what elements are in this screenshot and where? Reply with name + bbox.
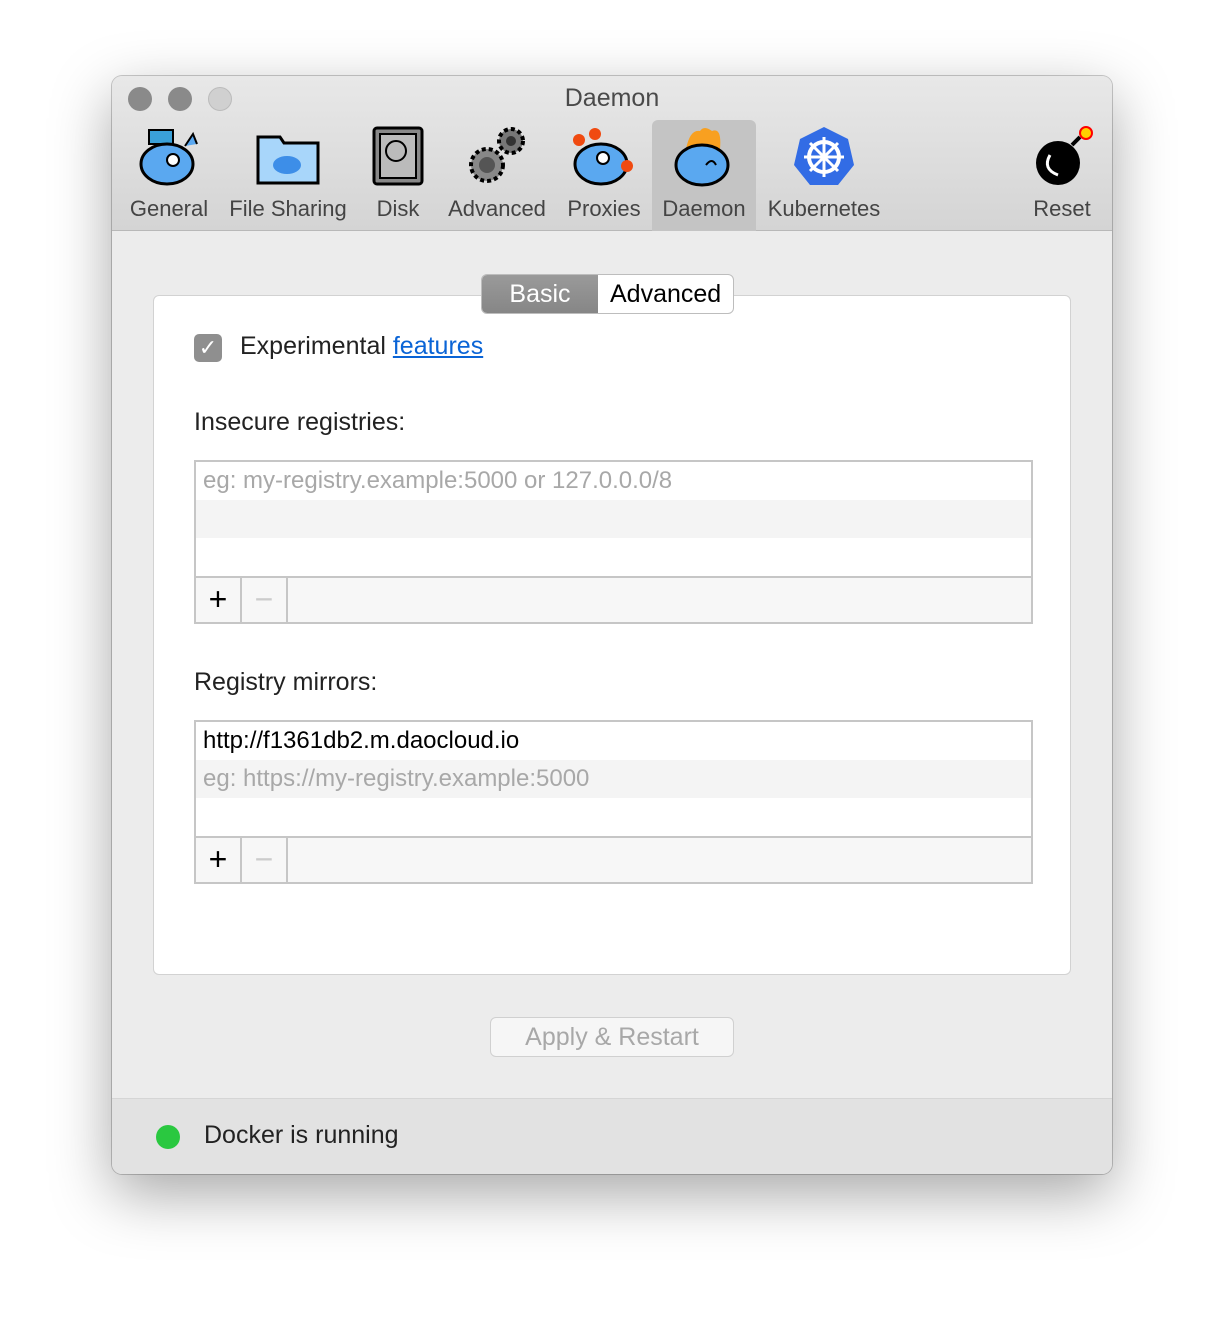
mirror-placeholder[interactable]: eg: https://my-registry.example:5000 xyxy=(196,760,1031,798)
list-row xyxy=(196,500,1031,538)
insecure-registry-placeholder[interactable]: eg: my-registry.example:5000 or 127.0.0.… xyxy=(196,462,1031,500)
status-indicator-icon xyxy=(156,1125,180,1149)
toolbar: Daemon General File Sharing Disk Advance… xyxy=(112,76,1112,231)
tab-label: General xyxy=(129,196,209,221)
add-insecure-button[interactable]: + xyxy=(196,578,242,622)
tab-daemon[interactable]: Daemon xyxy=(652,120,756,231)
insecure-registries-list[interactable]: eg: my-registry.example:5000 or 127.0.0.… xyxy=(194,460,1033,624)
remove-mirror-button[interactable]: − xyxy=(242,838,288,882)
registry-mirrors-list[interactable]: http://f1361db2.m.daocloud.io eg: https:… xyxy=(194,720,1033,884)
registry-mirrors-label: Registry mirrors: xyxy=(194,668,378,696)
reset-button[interactable]: Reset xyxy=(1024,120,1100,231)
insecure-registries-label: Insecure registries: xyxy=(194,408,406,436)
status-text: Docker is running xyxy=(204,1121,399,1149)
tab-label: Daemon xyxy=(662,196,746,221)
disk-icon xyxy=(372,126,424,186)
tab-label: Reset xyxy=(1033,196,1091,221)
tab-label: Advanced xyxy=(448,196,546,221)
experimental-text: Experimental xyxy=(240,332,386,360)
apply-restart-button[interactable]: Apply & Restart xyxy=(490,1017,734,1057)
daemon-whale-icon xyxy=(674,128,730,187)
list-row xyxy=(196,798,1031,836)
kubernetes-icon xyxy=(794,127,854,185)
tab-disk[interactable]: Disk xyxy=(364,120,432,231)
features-link[interactable]: features xyxy=(393,332,483,360)
window-title: Daemon xyxy=(564,84,660,112)
segment-advanced[interactable]: Advanced xyxy=(598,275,733,313)
docker-whale-icon xyxy=(139,129,198,186)
add-mirror-button[interactable]: + xyxy=(196,838,242,882)
tab-general[interactable]: General xyxy=(126,120,212,231)
folder-icon xyxy=(256,135,320,185)
experimental-label: Experimental features xyxy=(240,332,483,361)
remove-insecure-button[interactable]: − xyxy=(242,578,288,622)
tab-label: Disk xyxy=(376,196,420,221)
tab-label: File Sharing xyxy=(229,196,347,221)
tab-label: Kubernetes xyxy=(767,196,881,221)
tab-kubernetes[interactable]: Kubernetes xyxy=(762,120,886,231)
segment-basic[interactable]: Basic xyxy=(482,275,598,313)
tab-file-sharing[interactable]: File Sharing xyxy=(224,120,352,231)
bomb-icon xyxy=(1036,126,1093,185)
tab-advanced[interactable]: Advanced xyxy=(444,120,550,231)
gears-icon xyxy=(469,127,525,183)
status-bar: Docker is running xyxy=(112,1098,1112,1174)
mode-segmented-control[interactable]: Basic Advanced xyxy=(481,274,735,314)
mirror-item[interactable]: http://f1361db2.m.daocloud.io xyxy=(196,722,1031,760)
preferences-window: Daemon General File Sharing Disk Advance… xyxy=(112,76,1112,1174)
tab-label: Proxies xyxy=(567,196,641,221)
experimental-checkbox[interactable]: ✓ xyxy=(194,334,222,362)
proxy-whale-icon xyxy=(573,128,633,186)
list-row xyxy=(196,538,1031,576)
tab-proxies[interactable]: Proxies xyxy=(562,120,646,231)
